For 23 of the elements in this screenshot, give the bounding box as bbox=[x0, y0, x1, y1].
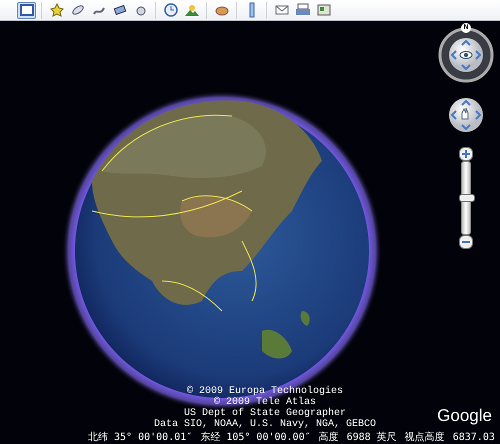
longitude-text: 东经 105° 00'00.00″ bbox=[200, 430, 311, 444]
pushpin-button[interactable] bbox=[47, 2, 66, 18]
sidebar-button[interactable] bbox=[17, 2, 36, 18]
zoom-out-icon[interactable] bbox=[459, 235, 473, 249]
elevation-value: 6988 英尺 bbox=[346, 430, 397, 444]
pushpin-icon bbox=[48, 2, 64, 18]
sidebar-icon bbox=[18, 2, 34, 18]
print-icon bbox=[294, 2, 310, 18]
logo-text: Google bbox=[437, 406, 492, 426]
attribution-text: US Dept of State Geographer bbox=[184, 408, 346, 419]
zoom-in-icon[interactable] bbox=[459, 147, 473, 161]
eye-altitude-value: 6837.03 bbox=[452, 432, 495, 442]
elevation-label: 高度 bbox=[318, 430, 339, 444]
move-joystick[interactable] bbox=[448, 97, 484, 133]
zoom-slider-thumb[interactable] bbox=[459, 194, 475, 202]
attribution-text: Data SIO, NOAA, U.S. Navy, NGA, GEBCO bbox=[154, 419, 376, 430]
eye-altitude-label: 视点高度 bbox=[404, 430, 445, 444]
look-joystick[interactable] bbox=[448, 37, 484, 73]
attribution-text: © 2009 Tele Atlas bbox=[214, 397, 316, 408]
clock-icon bbox=[162, 2, 178, 18]
sun-icon bbox=[184, 2, 200, 18]
latitude-text: 北纬 35° 00'00.01″ bbox=[88, 430, 192, 444]
map-icon bbox=[316, 2, 332, 18]
